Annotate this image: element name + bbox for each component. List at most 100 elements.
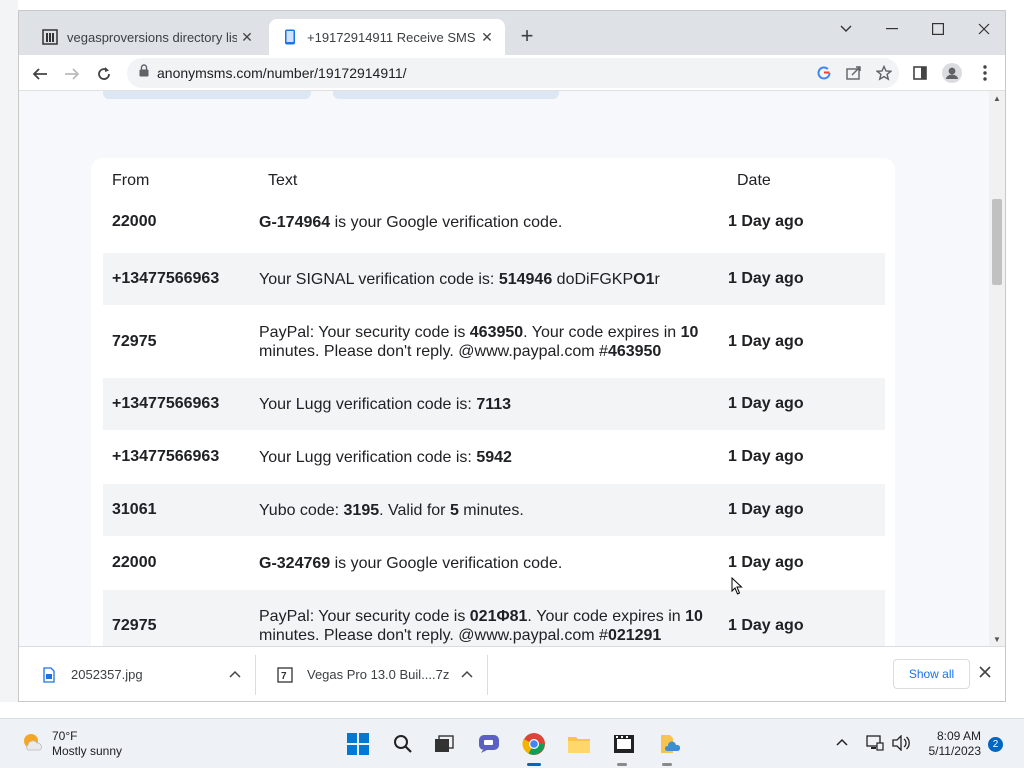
message-text-cell: Your Lugg verification code is: 5942 bbox=[259, 448, 728, 467]
download-item[interactable]: 7 Vegas Pro 13.0 Buil....7z bbox=[255, 647, 487, 702]
scroll-down-icon[interactable]: ▼ bbox=[993, 635, 1001, 644]
svg-text:7: 7 bbox=[281, 671, 287, 682]
sun-cloud-icon bbox=[20, 730, 44, 759]
sender-cell: +13477566963 bbox=[112, 395, 220, 412]
sender-cell: 72975 bbox=[112, 617, 157, 634]
desktop-bottom bbox=[0, 702, 1024, 718]
message-text: minutes. Please don't reply. @www.paypal… bbox=[259, 627, 608, 644]
search-icon[interactable] bbox=[389, 730, 417, 758]
tab-receive-sms[interactable]: +19172914911 Receive SMS on U ✕ bbox=[269, 19, 505, 55]
message-text: PayPal: Your security code is bbox=[259, 608, 470, 625]
message-text-cell: PayPal: Your security code is 463950. Yo… bbox=[259, 323, 728, 361]
date-cell: 1 Day ago bbox=[728, 501, 804, 518]
chevron-up-icon[interactable] bbox=[836, 733, 848, 749]
code-highlight: 5942 bbox=[476, 448, 512, 466]
sender-cell: 31061 bbox=[112, 501, 157, 518]
close-download-bar-icon[interactable] bbox=[979, 665, 991, 683]
weather-description: Mostly sunny bbox=[52, 744, 123, 758]
date-cell: 1 Day ago bbox=[728, 270, 804, 287]
maximize-icon[interactable] bbox=[915, 15, 961, 43]
column-header-text: Text bbox=[268, 172, 298, 189]
running-app-indicator bbox=[617, 763, 627, 766]
volume-icon[interactable] bbox=[892, 734, 910, 754]
reload-icon[interactable] bbox=[91, 61, 117, 87]
table-row: +13477566963 Your Lugg verification code … bbox=[103, 430, 885, 484]
clock-date: 5/11/2023 bbox=[928, 744, 982, 758]
close-window-icon[interactable] bbox=[961, 15, 1007, 43]
message-text: Your SIGNAL verification code is: bbox=[259, 270, 499, 288]
message-text: . Your code expires in bbox=[527, 608, 686, 625]
code-highlight: 10 bbox=[685, 608, 703, 625]
page-scrollbar[interactable]: ▲ ▼ bbox=[989, 91, 1005, 646]
profile-avatar-icon[interactable] bbox=[939, 60, 965, 86]
chevron-up-icon[interactable] bbox=[461, 666, 473, 681]
desktop-background bbox=[0, 0, 18, 718]
url-text: anonymsms.com/number/19172914911/ bbox=[157, 65, 407, 81]
tab-search-icon[interactable] bbox=[823, 15, 869, 43]
building-icon bbox=[41, 28, 59, 46]
teams-chat-icon[interactable] bbox=[475, 730, 503, 758]
code-highlight: O1 bbox=[633, 270, 655, 288]
divider bbox=[487, 655, 488, 695]
running-app-indicator bbox=[662, 763, 672, 766]
minimize-icon[interactable] bbox=[869, 15, 915, 43]
system-clock[interactable]: 8:09 AM 5/11/2023 bbox=[920, 729, 982, 759]
close-tab-icon[interactable]: ✕ bbox=[477, 27, 497, 47]
tab-title: vegasproversions directory listing bbox=[67, 29, 237, 45]
sender-cell: 22000 bbox=[112, 554, 157, 571]
notification-badge[interactable]: 2 bbox=[988, 737, 1003, 752]
message-text: is your Google verification code. bbox=[330, 213, 563, 231]
google-translate-icon[interactable] bbox=[809, 58, 839, 88]
forward-icon[interactable] bbox=[59, 61, 85, 87]
side-panel-icon[interactable] bbox=[907, 60, 933, 86]
date-cell: 1 Day ago bbox=[728, 617, 804, 634]
date-cell: 1 Day ago bbox=[728, 395, 804, 412]
message-text-cell: Yubo code: 3195. Valid for 5 minutes. bbox=[259, 501, 728, 520]
partial-button[interactable] bbox=[333, 91, 559, 99]
table-header: From Text Date bbox=[112, 172, 771, 190]
active-app-indicator bbox=[527, 763, 541, 766]
table-row: 31061 Yubo code: 3195. Valid for 5 minute… bbox=[103, 484, 885, 536]
bookmark-star-icon[interactable] bbox=[869, 58, 899, 88]
desktop-top bbox=[0, 0, 1024, 10]
date-cell: 1 Day ago bbox=[728, 448, 804, 465]
back-icon[interactable] bbox=[27, 61, 53, 87]
chrome-icon[interactable] bbox=[520, 730, 548, 758]
video-editor-icon[interactable] bbox=[610, 730, 638, 758]
browser-window: vegasproversions directory listing ✕ +19… bbox=[18, 10, 1006, 702]
tab-vegas-directory[interactable]: vegasproversions directory listing ✕ bbox=[29, 19, 265, 55]
weather-widget[interactable]: 70°F Mostly sunny bbox=[20, 729, 122, 759]
message-text-cell: PayPal: Your security code is 021Φ81. Yo… bbox=[259, 607, 728, 645]
share-icon[interactable] bbox=[839, 58, 869, 88]
scrollbar-thumb[interactable] bbox=[992, 199, 1002, 285]
windows-start-icon[interactable] bbox=[344, 730, 372, 758]
message-text: Your Lugg verification code is: bbox=[259, 395, 477, 413]
partial-button[interactable] bbox=[103, 91, 311, 99]
phone-icon bbox=[281, 28, 299, 46]
close-tab-icon[interactable]: ✕ bbox=[237, 27, 257, 47]
show-all-button[interactable]: Show all bbox=[893, 659, 970, 689]
sender-cell: 22000 bbox=[112, 213, 157, 230]
code-highlight: 463950 bbox=[607, 343, 662, 360]
file-explorer-icon[interactable] bbox=[565, 730, 593, 758]
address-bar[interactable]: anonymsms.com/number/19172914911/ bbox=[127, 58, 899, 88]
sender-cell: +13477566963 bbox=[112, 270, 220, 287]
scroll-up-icon[interactable]: ▲ bbox=[993, 94, 1001, 103]
image-file-icon bbox=[41, 666, 57, 684]
sender-cell: +13477566963 bbox=[112, 448, 220, 465]
message-text: r bbox=[654, 270, 660, 288]
download-bar: 2052357.jpg 7 Vegas Pro 13.0 Buil....7z … bbox=[19, 646, 1005, 701]
new-tab-button[interactable]: + bbox=[515, 25, 539, 49]
chevron-up-icon[interactable] bbox=[229, 666, 241, 681]
download-item[interactable]: 2052357.jpg bbox=[19, 647, 255, 702]
network-icon[interactable] bbox=[866, 735, 884, 754]
more-menu-icon[interactable] bbox=[972, 60, 998, 86]
task-view-icon[interactable] bbox=[430, 730, 458, 758]
table-row: +13477566963 Your Lugg verification code … bbox=[103, 378, 885, 430]
cloud-app-icon[interactable] bbox=[655, 730, 683, 758]
clock-time: 8:09 AM bbox=[936, 729, 981, 743]
mouse-cursor-icon bbox=[731, 576, 743, 595]
code-highlight: G-324769 bbox=[259, 554, 331, 572]
code-highlight: 3195 bbox=[343, 501, 380, 519]
message-text-cell: G-324769 is your Google verification cod… bbox=[259, 554, 728, 573]
